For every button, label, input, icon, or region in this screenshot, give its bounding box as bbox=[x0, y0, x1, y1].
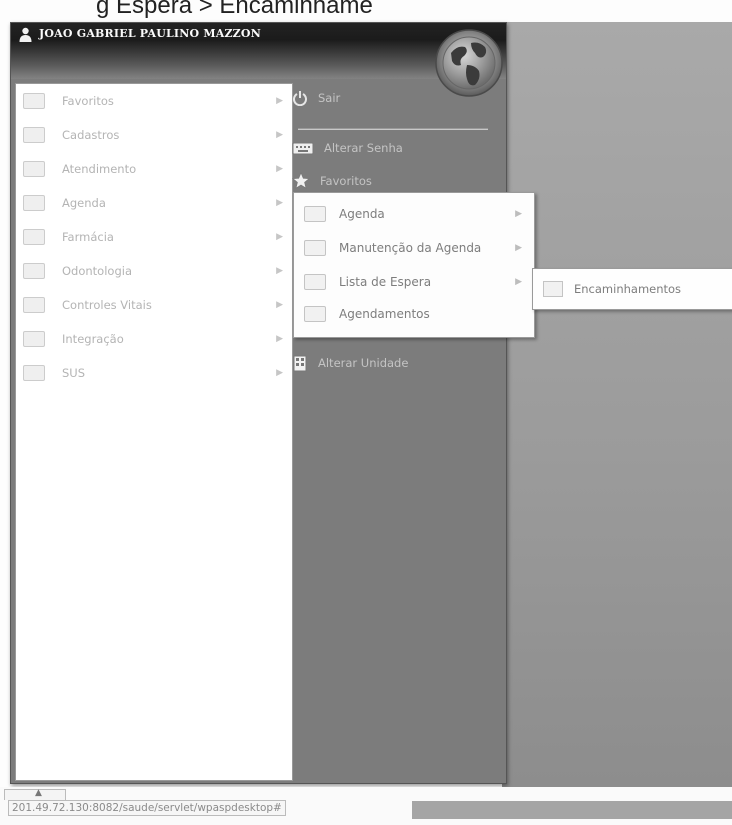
farmacia-icon bbox=[23, 229, 45, 245]
menu-item-label: Integração bbox=[62, 332, 124, 346]
chevron-right-icon: ▶ bbox=[276, 266, 283, 276]
chevron-right-icon: ▶ bbox=[276, 300, 283, 310]
sus-icon bbox=[23, 365, 45, 381]
menu-item-label: Agenda bbox=[62, 196, 106, 210]
manutencao-icon bbox=[304, 240, 326, 256]
encaminhamentos-icon bbox=[543, 281, 563, 297]
building-icon bbox=[293, 355, 307, 372]
submenu-item-label: Manutenção da Agenda bbox=[339, 241, 482, 255]
chevron-right-icon: ▶ bbox=[276, 232, 283, 242]
submenu-item-agenda[interactable]: Agenda ▶ bbox=[294, 197, 534, 231]
agenda-icon bbox=[23, 195, 45, 211]
agenda-icon bbox=[304, 206, 326, 222]
controles-vitais-icon bbox=[23, 297, 45, 313]
chevron-right-icon: ▶ bbox=[515, 277, 522, 287]
user-icon bbox=[19, 27, 32, 42]
integracao-icon bbox=[23, 331, 45, 347]
menu-separator bbox=[298, 128, 488, 130]
atendimento-icon bbox=[23, 161, 45, 177]
chevron-right-icon: ▶ bbox=[515, 209, 522, 219]
menu-item-controles-vitais[interactable]: Controles Vitais ▶ bbox=[15, 288, 291, 322]
menu-item-label: Controles Vitais bbox=[62, 298, 152, 312]
menu-item-sair[interactable]: Sair bbox=[292, 90, 340, 106]
menu-item-label: Favoritos bbox=[320, 174, 372, 188]
power-icon bbox=[293, 91, 307, 106]
menu-item-label: Sair bbox=[318, 91, 341, 105]
status-url: 201.49.72.130:8082/saude/servlet/wpaspde… bbox=[8, 800, 286, 816]
menu-item-odontologia[interactable]: Odontologia ▶ bbox=[15, 254, 291, 288]
lista-de-espera-submenu: Encaminhamentos bbox=[532, 268, 732, 310]
submenu-item-encaminhamentos[interactable]: Encaminhamentos bbox=[533, 272, 732, 306]
submenu-item-label: Encaminhamentos bbox=[574, 282, 682, 296]
menu-item-label: Favoritos bbox=[62, 94, 114, 108]
submenu-item-agendamentos[interactable]: Agendamentos bbox=[294, 297, 534, 331]
submenu-item-label: Agenda bbox=[339, 207, 385, 221]
chevron-right-icon: ▶ bbox=[276, 198, 283, 208]
menu-item-favoritos-right[interactable]: Favoritos bbox=[292, 172, 372, 190]
submenu-item-label: Lista de Espera bbox=[339, 275, 432, 289]
menu-item-integracao[interactable]: Integração ▶ bbox=[15, 322, 291, 356]
menu-item-label: Alterar Senha bbox=[324, 141, 403, 155]
menu-item-alterar-senha[interactable]: Alterar Senha bbox=[292, 140, 403, 156]
chevron-up-icon: ▲ bbox=[35, 788, 42, 798]
desktop-background bbox=[502, 22, 732, 807]
chevron-right-icon: ▶ bbox=[276, 368, 283, 378]
keyboard-icon bbox=[292, 142, 314, 155]
menu-item-label: Odontologia bbox=[62, 264, 132, 278]
menu-item-label: SUS bbox=[62, 366, 86, 380]
chevron-right-icon: ▶ bbox=[276, 334, 283, 344]
globe-icon[interactable] bbox=[431, 29, 511, 103]
menu-item-label: Farmácia bbox=[62, 230, 114, 244]
menu-item-label: Alterar Unidade bbox=[318, 356, 409, 370]
chevron-right-icon: ▶ bbox=[515, 243, 522, 253]
chevron-right-icon: ▶ bbox=[276, 130, 283, 140]
menu-item-atendimento[interactable]: Atendimento ▶ bbox=[15, 152, 291, 186]
agendamentos-icon bbox=[304, 306, 326, 322]
menu-item-farmacia[interactable]: Farmácia ▶ bbox=[15, 220, 291, 254]
browser-status-bar: ▲ 201.49.72.130:8082/saude/servlet/wpasp… bbox=[0, 787, 732, 825]
lista-de-espera-icon bbox=[304, 274, 326, 290]
menu-item-alterar-unidade[interactable]: Alterar Unidade bbox=[292, 354, 408, 372]
submenu-item-manutencao-da-agenda[interactable]: Manutenção da Agenda ▶ bbox=[294, 231, 534, 265]
submenu-item-lista-de-espera[interactable]: Lista de Espera ▶ bbox=[294, 265, 534, 299]
menu-item-label: Cadastros bbox=[62, 128, 120, 142]
chevron-right-icon: ▶ bbox=[276, 96, 283, 106]
agenda-submenu: Agenda ▶ Manutenção da Agenda ▶ Lista de… bbox=[293, 192, 535, 338]
menu-item-agenda[interactable]: Agenda ▶ bbox=[15, 186, 291, 220]
submenu-item-label: Agendamentos bbox=[339, 307, 430, 321]
status-toggle-tab[interactable]: ▲ bbox=[4, 788, 66, 800]
cadastros-icon bbox=[23, 127, 45, 143]
menu-item-favoritos[interactable]: Favoritos ▶ bbox=[15, 84, 291, 118]
status-bar-strip bbox=[412, 801, 732, 819]
document-title-fragment: g Espera > Encaminhame bbox=[96, 0, 373, 19]
menu-item-label: Atendimento bbox=[62, 162, 137, 176]
favoritos-icon bbox=[23, 93, 45, 109]
user-name: JOAO GABRIEL PAULINO MAZZON bbox=[39, 27, 261, 40]
chevron-right-icon: ▶ bbox=[276, 164, 283, 174]
star-icon bbox=[292, 172, 310, 189]
odontologia-icon bbox=[23, 263, 45, 279]
menu-item-cadastros[interactable]: Cadastros ▶ bbox=[15, 118, 291, 152]
menu-item-sus[interactable]: SUS ▶ bbox=[15, 356, 291, 390]
